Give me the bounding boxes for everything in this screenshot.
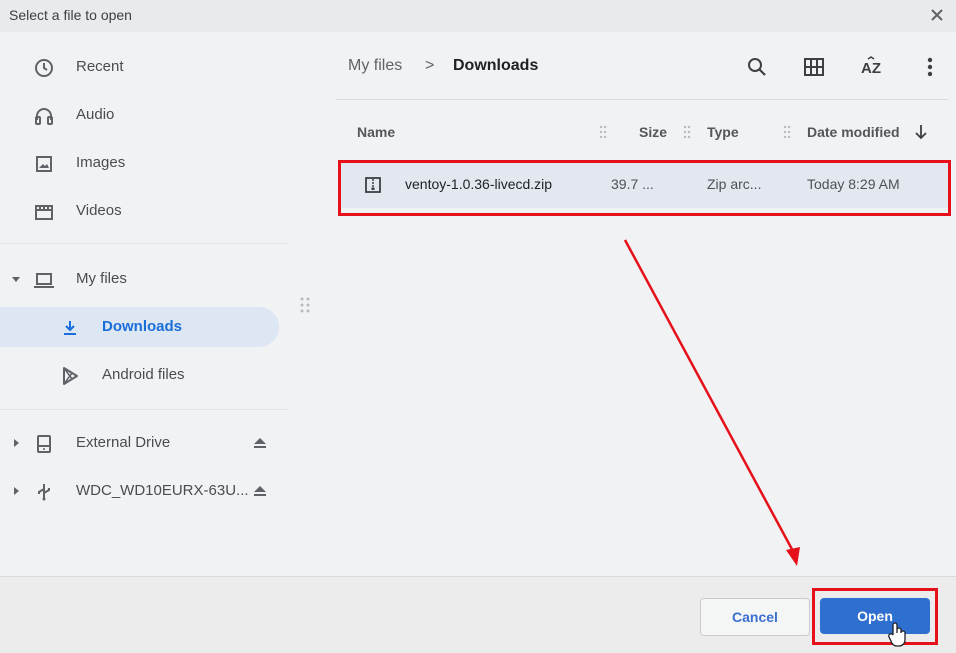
sidebar-item-label: WDC_WD10EURX-63U... [76, 482, 249, 499]
sidebar-item-external-drive[interactable]: External Drive [0, 423, 290, 463]
sidebar-item-recent[interactable]: Recent [0, 47, 290, 87]
play-store-icon [59, 365, 81, 387]
sidebar-item-android-files[interactable]: Android files [0, 355, 290, 395]
eject-icon[interactable] [250, 481, 270, 501]
sidebar-divider [0, 409, 288, 410]
column-resize-icon[interactable] [683, 125, 691, 139]
title-bar: Select a file to open [0, 0, 956, 32]
file-list-panel: My files > Downloads AZ Name Size Type D… [290, 32, 956, 577]
svg-text:AZ: AZ [861, 60, 881, 77]
column-header-name[interactable]: Name [357, 124, 395, 140]
sort-button[interactable]: AZ [859, 54, 885, 80]
toolbar-divider [336, 99, 948, 100]
hand-cursor-icon [888, 622, 906, 647]
column-header-type[interactable]: Type [707, 124, 739, 140]
dialog-footer: Cancel Open [0, 576, 956, 653]
table-row[interactable]: ventoy-1.0.36-livecd.zip 39.7 ... Zip ar… [340, 162, 948, 208]
column-resize-icon[interactable] [783, 125, 791, 139]
file-size: 39.7 ... [611, 176, 654, 192]
sidebar-divider [0, 243, 288, 244]
sidebar: Recent Audio Images Videos My files Down… [0, 32, 290, 577]
sidebar-item-audio[interactable]: Audio [0, 95, 290, 135]
sidebar-item-my-files[interactable]: My files [0, 259, 290, 299]
download-icon [59, 317, 81, 339]
open-button[interactable]: Open [820, 598, 930, 634]
breadcrumb-root[interactable]: My files [348, 57, 402, 75]
sort-az-icon: AZ [861, 56, 881, 77]
breadcrumb-current: Downloads [453, 57, 539, 74]
sidebar-item-label: Recent [76, 58, 124, 75]
expand-right-icon[interactable] [10, 485, 22, 497]
close-icon [931, 9, 943, 21]
sidebar-item-label: Audio [76, 106, 115, 123]
expand-down-icon[interactable] [10, 273, 22, 285]
file-date: Today 8:29 AM [807, 176, 900, 192]
sort-arrow-down-icon[interactable] [914, 124, 928, 140]
eject-icon[interactable] [250, 433, 270, 453]
grid-view-icon [804, 58, 824, 76]
drive-icon [33, 433, 55, 455]
headphones-icon [33, 105, 55, 127]
file-name: ventoy-1.0.36-livecd.zip [405, 176, 553, 192]
sidebar-item-label: Videos [76, 202, 122, 219]
sidebar-item-label: External Drive [76, 434, 171, 451]
clock-icon [33, 57, 55, 79]
more-vert-icon [927, 57, 933, 77]
sidebar-item-label: My files [76, 270, 127, 287]
dialog-title: Select a file to open [9, 7, 132, 23]
sidebar-item-label: Downloads [102, 318, 183, 335]
film-icon [33, 201, 55, 223]
sidebar-item-images[interactable]: Images [0, 143, 290, 183]
sidebar-item-wdc-drive[interactable]: WDC_WD10EURX-63U... [0, 471, 290, 511]
breadcrumb-separator: > [425, 57, 435, 74]
cancel-button[interactable]: Cancel [700, 598, 810, 636]
search-icon [748, 58, 766, 76]
expand-right-icon[interactable] [10, 437, 22, 449]
grid-view-button[interactable] [801, 54, 827, 80]
laptop-icon [33, 269, 55, 291]
column-header-size[interactable]: Size [639, 124, 667, 140]
sidebar-item-label: Android files [102, 366, 185, 383]
image-icon [33, 153, 55, 175]
zip-file-icon [365, 177, 381, 193]
sidebar-item-label: Images [76, 154, 126, 171]
file-type: Zip arc... [707, 176, 762, 192]
column-header-date[interactable]: Date modified [807, 124, 900, 140]
sidebar-item-videos[interactable]: Videos [0, 191, 290, 231]
search-button[interactable] [744, 54, 770, 80]
column-resize-icon[interactable] [599, 125, 607, 139]
sidebar-item-downloads[interactable]: Downloads [0, 307, 279, 347]
usb-icon [33, 481, 55, 503]
more-options-button[interactable] [917, 54, 943, 80]
close-button[interactable] [926, 4, 948, 26]
